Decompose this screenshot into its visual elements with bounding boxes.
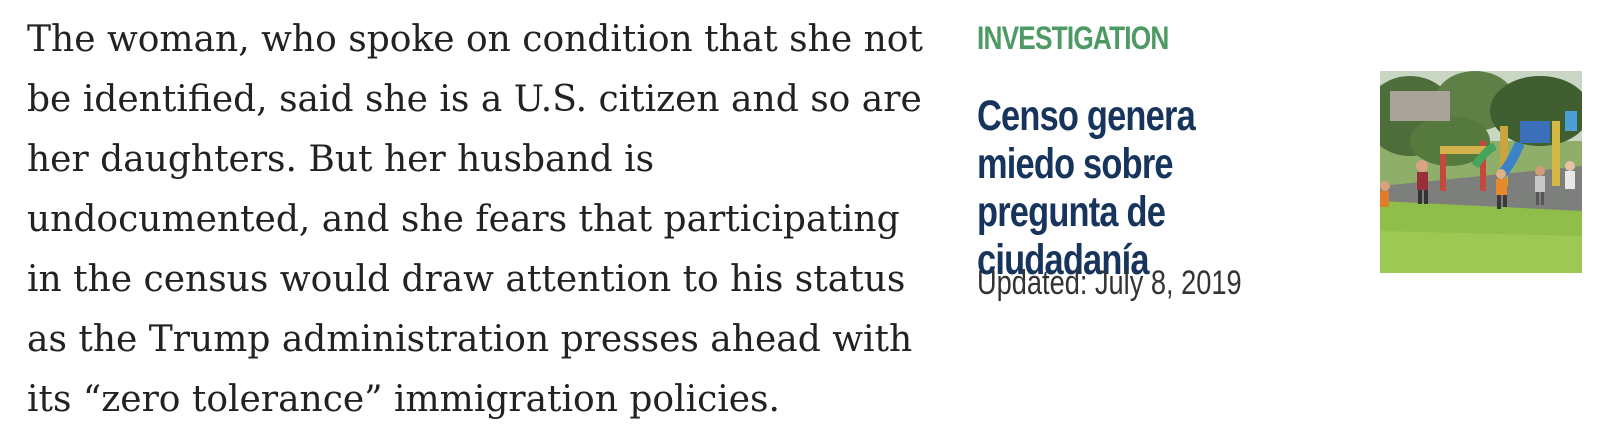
updated-date: Updated: July 8, 2019: [977, 264, 1242, 302]
playground-photo-icon: [1380, 71, 1582, 273]
related-thumbnail-image[interactable]: [1380, 71, 1582, 273]
category-label[interactable]: INVESTIGATION: [977, 20, 1169, 57]
related-headline-link[interactable]: Censo genera miedo sobre pregunta de ciu…: [977, 92, 1289, 284]
related-story-card: INVESTIGATION Censo genera miedo sobre p…: [977, 0, 1597, 446]
article-paragraph: The woman, who spoke on condition that s…: [27, 19, 923, 420]
